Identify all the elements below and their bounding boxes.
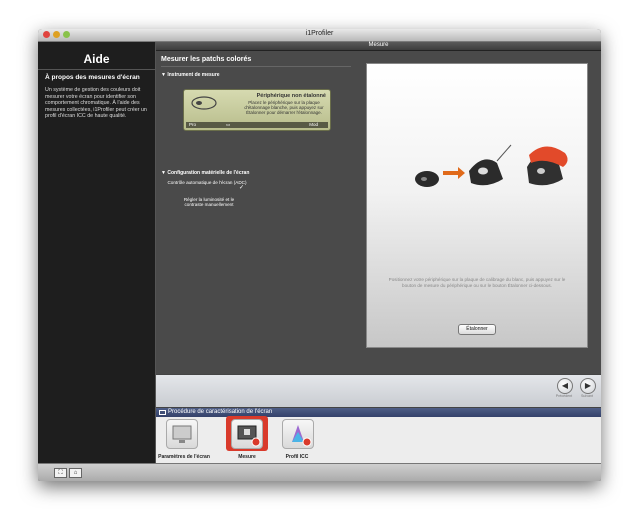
home-button[interactable]: ⌂ [69,468,82,478]
step-display-settings[interactable] [166,419,198,449]
section-title: Mesurer les patchs colorés [161,56,252,63]
title-bar: i1Profiler [38,29,601,42]
main-header: Mesure [156,42,601,51]
device-status: Périphérique non étalonné [256,93,326,99]
manual-adjust-label: Régler la luminosité et le contraste man… [183,197,235,208]
previous-button[interactable]: ◀ [557,378,573,394]
divider [38,69,155,70]
instructions-text: Positionnez votre périphérique sur la pl… [388,277,566,288]
icc-profile-icon [292,425,312,447]
device-status-panel: Périphérique non étalonné Placez le péri… [183,89,331,131]
display-settings-icon [172,425,192,443]
device-mode-right: Mod [309,122,318,127]
fullscreen-icon: ⛶ [58,470,63,476]
help-title: Aide [83,52,110,66]
preview-pane: Positionnez votre périphérique sur la pl… [356,51,601,374]
device-mode-left: Pro [189,122,197,127]
device-description: Placez le périphérique sur la plaque d'é… [244,100,324,115]
next-label: Suivant [581,394,593,398]
adc-checkbox[interactable]: ✓ [239,184,245,191]
divider [161,66,351,67]
help-sidebar: Aide À propos des mesures d'écran Un sys… [38,42,156,463]
measure-icon [237,425,261,447]
procedure-title: Procédure de caractérisation de l'écran [168,409,273,415]
instruction-preview: Positionnez votre périphérique sur la pl… [366,63,588,348]
settings-pane: Mesurer les patchs colorés ▼ Instrument … [156,51,356,374]
window-title: i1Profiler [305,30,334,37]
device-sensor-icon: ▭ [226,122,231,127]
instrument-heading[interactable]: ▼ Instrument de mesure [161,72,220,78]
procedure-steps: Paramètres de l'écran Mesure Profil ICC [156,416,601,463]
help-heading: À propos des mesures d'écran [45,74,140,81]
procedure-bar: Procédure de caractérisation de l'écran [156,408,601,417]
page-title: Mesure [368,42,389,48]
arrow-right-icon: ▶ [584,381,592,390]
navigation-strip: ◀ Précédent ▶ Suivant [156,375,601,407]
main-panel: Mesure Mesurer les patchs colorés ▼ Inst… [156,42,601,463]
home-icon: ⌂ [73,470,78,476]
step-label-icc-profile: Profil ICC [285,454,309,460]
config-heading[interactable]: ▼ Configuration matérielle de l'écran [161,170,249,176]
arrow-left-icon: ◀ [561,381,569,390]
help-text: Un système de gestion des couleurs doit … [45,87,147,120]
step-measure[interactable] [231,419,263,449]
manual-adjust-checkbox[interactable] [239,200,245,206]
previous-label: Précédent [555,394,573,398]
app-window: i1Profiler Aide À propos des mesures d'é… [38,29,601,481]
step-icc-profile[interactable] [282,419,314,449]
step-label-measure: Mesure [238,454,256,460]
step-label-display-settings: Paramètres de l'écran [158,454,210,460]
device-status-bar: Pro ▭ Mod [186,122,328,128]
instrument-heading-label: Instrument de mesure [167,72,220,78]
device-calibration-illustration [415,144,568,187]
bottom-toolbar: ⛶ ⌂ [38,463,601,481]
calibrate-button[interactable]: Étalonner [458,324,496,335]
instrument-icon [191,96,217,110]
fullscreen-button[interactable]: ⛶ [54,468,67,478]
next-button[interactable]: ▶ [580,378,596,394]
monitor-icon [159,410,166,415]
config-heading-label: Configuration matérielle de l'écran [167,170,250,176]
